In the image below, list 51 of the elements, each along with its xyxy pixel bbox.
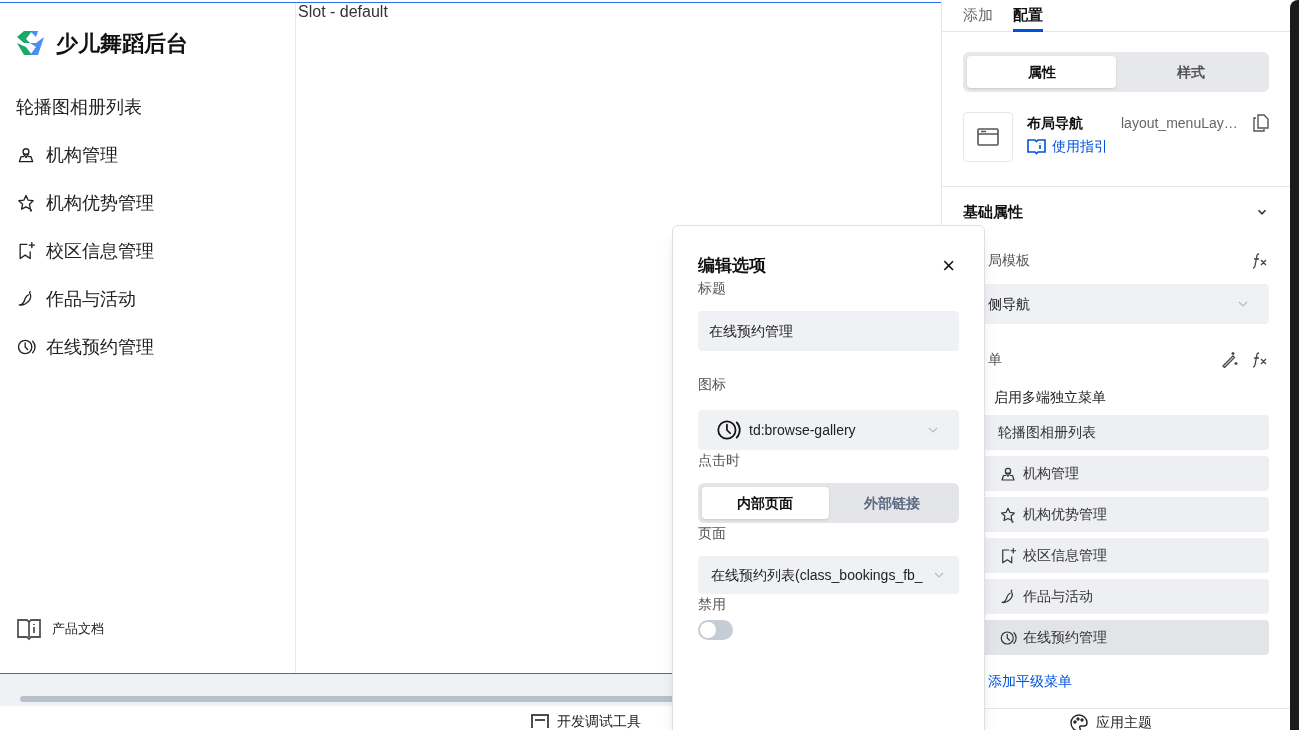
function-icon[interactable] <box>1251 251 1269 269</box>
title-input[interactable]: 在线预约管理 <box>698 311 959 351</box>
layout-icon <box>977 128 999 146</box>
component-name: 布局导航 <box>1027 113 1084 133</box>
magic-wand-icon[interactable] <box>1221 350 1239 368</box>
close-button[interactable]: × <box>942 255 955 277</box>
palette-icon <box>1070 713 1088 730</box>
book-icon <box>1027 137 1046 155</box>
segment-tab[interactable]: 样式 <box>1116 56 1265 88</box>
dialog-title: 编辑选项 <box>698 255 766 278</box>
bookmark-plus-icon <box>999 546 1017 565</box>
field-label: 标题 <box>698 279 727 298</box>
clock-icon <box>999 628 1017 647</box>
panel-tab[interactable]: 添加 <box>963 0 993 32</box>
panel-tab[interactable]: 配置 <box>1013 0 1043 32</box>
function-icon[interactable] <box>1251 350 1269 368</box>
app-title: 少儿舞蹈后台 <box>56 29 188 58</box>
field-label: 点击时 <box>698 451 741 470</box>
nav-item[interactable]: 作品与活动 <box>0 275 295 323</box>
section-title: 基础属性 <box>963 201 1023 222</box>
star-icon <box>999 505 1017 524</box>
copy-icon[interactable] <box>1253 114 1269 132</box>
component-id: layout_menuLay… <box>1121 113 1238 133</box>
logo-icon <box>16 30 46 56</box>
location-person-icon <box>16 145 36 165</box>
nav-item[interactable]: 机构管理 <box>0 131 295 179</box>
checkbox-label[interactable]: 启用多端独立菜单 <box>994 386 1106 408</box>
segment-tab[interactable]: 属性 <box>967 56 1116 88</box>
nav-item[interactable]: 校区信息管理 <box>0 227 295 275</box>
field-label: 禁用 <box>698 595 727 614</box>
field-label: 图标 <box>698 375 727 394</box>
segment-tab[interactable]: 外部链接 <box>828 487 955 519</box>
toggle-switch[interactable] <box>698 620 733 640</box>
docs-link[interactable]: 产品文档 <box>0 609 295 650</box>
clock-icon <box>16 337 36 357</box>
guide-link[interactable]: 使用指引 <box>1027 134 1269 158</box>
book-icon <box>16 617 42 642</box>
field-label: 单 <box>988 349 1002 369</box>
nav-item[interactable]: 在线预约管理 <box>0 323 295 371</box>
star-icon <box>16 193 36 213</box>
dev-tools-button[interactable]: 开发调试工具 <box>531 712 641 730</box>
page-select[interactable]: 在线预约列表(class_bookings_fb_ <box>698 556 959 594</box>
theme-button[interactable]: 应用主题 <box>1070 712 1152 730</box>
field-label: 局模板 <box>988 250 1030 270</box>
segment-tab[interactable]: 内部页面 <box>702 487 829 519</box>
slot-label: Slot - default <box>297 2 389 22</box>
window-icon <box>531 714 549 728</box>
nav-item[interactable]: 机构优势管理 <box>0 179 295 227</box>
field-label: 页面 <box>698 524 727 543</box>
nav-item[interactable]: 轮播图相册列表 <box>0 83 295 131</box>
icon-select[interactable]: td:browse-gallery <box>698 410 959 450</box>
